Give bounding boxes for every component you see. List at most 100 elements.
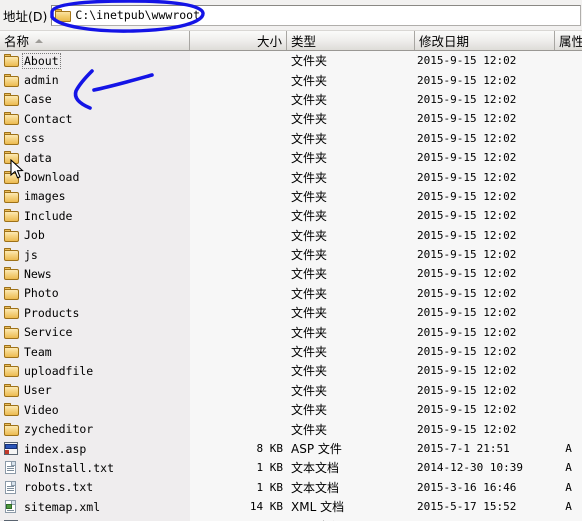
file-type-cell: 文件夹 (291, 422, 328, 437)
column-header-attributes[interactable]: 属性 (555, 31, 582, 50)
file-row[interactable]: uploadfile 文件夹 2015-9-15 12:02 (0, 361, 582, 380)
folder-icon (3, 53, 20, 68)
file-type-cell: 文件夹 (291, 248, 328, 263)
file-name-label: admin (24, 73, 59, 88)
file-row[interactable]: User 文件夹 2015-9-15 12:02 (0, 381, 582, 400)
file-row[interactable]: webClose.asp2 KBASP 文件2014-11-28 11:14A (0, 516, 582, 521)
file-type-cell: 文件夹 (291, 364, 328, 379)
file-date-cell: 2015-9-15 12:02 (417, 345, 517, 359)
file-name-label: User (24, 383, 52, 398)
file-name-cell[interactable]: Case (0, 92, 190, 107)
file-date-cell: 2015-9-15 12:02 (417, 383, 517, 397)
folder-icon (3, 131, 20, 146)
text-file-icon (3, 480, 20, 495)
file-row[interactable]: js 文件夹 2015-9-15 12:02 (0, 245, 582, 264)
file-name-cell[interactable]: News (0, 266, 190, 281)
file-name-cell[interactable]: Video (0, 402, 190, 417)
file-row[interactable]: About 文件夹 2015-9-15 12:02 (0, 51, 582, 70)
file-type-cell: 文件夹 (291, 189, 328, 204)
file-type-cell: 文件夹 (291, 403, 328, 418)
file-row[interactable]: Products 文件夹 2015-9-15 12:02 (0, 303, 582, 322)
file-date-cell: 2015-9-15 12:02 (417, 151, 517, 165)
file-row[interactable]: admin 文件夹 2015-9-15 12:02 (0, 70, 582, 89)
file-date-cell: 2014-12-30 10:39 (417, 461, 523, 475)
file-row[interactable]: data 文件夹 2015-9-15 12:02 (0, 148, 582, 167)
file-date-cell: 2015-9-15 12:02 (417, 422, 517, 436)
file-row[interactable]: Case 文件夹 2015-9-15 12:02 (0, 90, 582, 109)
file-name-cell[interactable]: Products (0, 305, 190, 320)
file-name-label: Job (24, 228, 45, 243)
file-name-cell[interactable]: zycheditor (0, 422, 190, 437)
file-name-cell[interactable]: admin (0, 73, 190, 88)
file-date-cell: 2015-3-16 16:46 (417, 480, 517, 494)
file-type-cell: 文本文档 (291, 480, 340, 495)
file-name-label: css (24, 131, 45, 146)
file-row[interactable]: sitemap.xml 14 KB XML 文档 2015-5-17 15:52 A (0, 497, 582, 516)
file-row[interactable]: css 文件夹 2015-9-15 12:02 (0, 129, 582, 148)
address-bar-label: 地址(D) (3, 8, 48, 24)
file-row[interactable]: Video 文件夹 2015-9-15 12:02 (0, 400, 582, 419)
file-name-label: Products (24, 305, 80, 320)
folder-icon (3, 325, 20, 340)
file-date-cell: 2015-9-15 12:02 (417, 209, 517, 223)
file-name-cell[interactable]: Download (0, 170, 190, 185)
column-header-size[interactable]: 大小 (190, 31, 287, 50)
folder-icon (3, 402, 20, 417)
file-name-cell[interactable]: css (0, 131, 190, 146)
file-row[interactable]: Team 文件夹 2015-9-15 12:02 (0, 342, 582, 361)
xml-file-icon (3, 499, 20, 514)
file-name-cell[interactable]: Job (0, 228, 190, 243)
file-name-cell[interactable]: images (0, 189, 190, 204)
column-header-date[interactable]: 修改日期 (415, 31, 555, 50)
column-header-name[interactable]: 名称 (0, 31, 190, 50)
file-row[interactable]: NoInstall.txt 1 KB 文本文档 2014-12-30 10:39 A (0, 458, 582, 477)
file-row[interactable]: images 文件夹 2015-9-15 12:02 (0, 187, 582, 206)
file-row[interactable]: Service 文件夹 2015-9-15 12:02 (0, 322, 582, 341)
file-name-cell[interactable]: User (0, 383, 190, 398)
file-type-cell: 文件夹 (291, 131, 328, 146)
file-date-cell: 2015-9-15 12:02 (417, 170, 517, 184)
folder-icon (3, 73, 20, 88)
file-name-cell[interactable]: robots.txt (0, 480, 190, 495)
file-row[interactable]: Download 文件夹 2015-9-15 12:02 (0, 167, 582, 186)
file-name-cell[interactable]: data (0, 150, 190, 165)
file-date-cell: 2015-9-15 12:02 (417, 131, 517, 145)
address-combobox[interactable]: C:\inetpub\wwwroot (51, 4, 581, 26)
folder-icon (3, 189, 20, 204)
sort-ascending-icon (35, 38, 44, 43)
column-header-name-label: 名称 (4, 34, 30, 49)
file-name-cell[interactable]: Contact (0, 111, 190, 126)
file-name-cell[interactable]: Service (0, 325, 190, 340)
file-row[interactable]: zycheditor 文件夹 2015-9-15 12:02 (0, 419, 582, 438)
file-date-cell: 2015-9-15 12:02 (417, 306, 517, 320)
file-name-cell[interactable]: Include (0, 208, 190, 223)
file-name-cell[interactable]: About (0, 52, 190, 69)
file-row[interactable]: Include 文件夹 2015-9-15 12:02 (0, 206, 582, 225)
file-type-cell: ASP 文件 (291, 442, 342, 456)
column-header-size-label: 大小 (256, 34, 282, 49)
file-size-cell: 8 KB (256, 442, 284, 455)
file-row[interactable]: index.asp 8 KB ASP 文件 2015-7-1 21:51 A (0, 439, 582, 458)
file-name-cell[interactable]: uploadfile (0, 363, 190, 378)
column-header-type[interactable]: 类型 (287, 31, 415, 50)
file-name-cell[interactable]: Photo (0, 286, 190, 301)
file-size-cell: 1 KB (256, 461, 284, 475)
file-list[interactable]: About 文件夹 2015-9-15 12:02 admin 文件夹 2015-9-15… (0, 51, 582, 521)
file-name-cell[interactable]: sitemap.xml (0, 499, 190, 514)
file-size-cell: 1 KB (256, 480, 284, 494)
file-row[interactable]: Contact 文件夹 2015-9-15 12:02 (0, 109, 582, 128)
file-row[interactable]: News 文件夹 2015-9-15 12:02 (0, 264, 582, 283)
file-type-cell: 文件夹 (291, 112, 328, 127)
folder-icon (3, 286, 20, 301)
folder-icon (3, 247, 20, 262)
file-name-cell[interactable]: js (0, 247, 190, 262)
file-name-cell[interactable]: index.asp (0, 441, 190, 456)
file-type-cell: 文件夹 (291, 92, 328, 107)
file-type-cell: 文件夹 (291, 345, 328, 360)
file-date-cell: 2015-9-15 12:02 (417, 54, 517, 68)
file-name-cell[interactable]: NoInstall.txt (0, 460, 190, 475)
file-row[interactable]: robots.txt 1 KB 文本文档 2015-3-16 16:46 A (0, 478, 582, 497)
file-name-cell[interactable]: Team (0, 344, 190, 359)
file-row[interactable]: Photo 文件夹 2015-9-15 12:02 (0, 284, 582, 303)
file-row[interactable]: Job 文件夹 2015-9-15 12:02 (0, 226, 582, 245)
